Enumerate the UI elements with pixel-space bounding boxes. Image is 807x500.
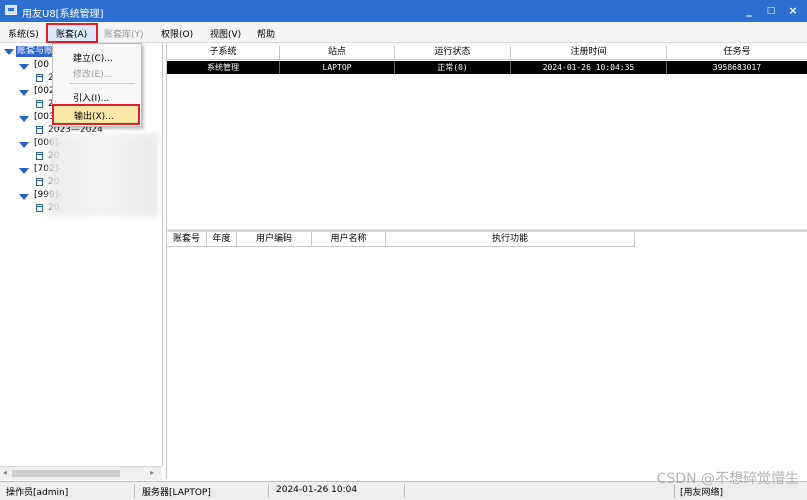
menu-account[interactable]: 账套(A) xyxy=(56,27,87,40)
scroll-left-icon[interactable]: ◂ xyxy=(3,468,7,477)
column-header[interactable]: 注册时间 xyxy=(511,46,667,59)
menu-separator xyxy=(69,83,135,84)
expand-icon[interactable] xyxy=(19,116,29,122)
cell-site: LAPTOP xyxy=(280,61,395,74)
minimize-button[interactable]: _ xyxy=(742,4,756,18)
app-icon xyxy=(5,5,17,15)
status-operator: 操作员[admin] xyxy=(6,488,69,498)
maximize-button[interactable]: □ xyxy=(764,4,778,18)
user-activity-grid-header: 账套号 年度 用户编码 用户名称 执行功能 xyxy=(167,232,635,247)
document-icon xyxy=(36,178,43,186)
scroll-right-icon[interactable]: ▸ xyxy=(150,468,154,477)
blurred-region xyxy=(48,133,158,217)
menu-item-export[interactable]: 输出(X)... xyxy=(54,109,140,122)
tree-horizontal-scrollbar[interactable]: ◂ ▸ xyxy=(0,466,162,480)
column-header[interactable]: 账套号 xyxy=(167,232,207,246)
menu-view[interactable]: 视图(V) xyxy=(210,27,241,40)
column-header[interactable]: 站点 xyxy=(280,46,395,59)
document-icon xyxy=(36,126,43,134)
menu-system[interactable]: 系统(S) xyxy=(8,27,39,40)
cell-status: 正常(0) xyxy=(395,61,511,74)
expand-icon[interactable] xyxy=(19,90,29,96)
menu-item-modify[interactable]: 修改(E)... xyxy=(53,67,139,80)
expand-icon[interactable] xyxy=(4,49,14,55)
column-header[interactable]: 用户编码 xyxy=(237,232,312,246)
document-icon xyxy=(36,152,43,160)
cell-register-time: 2024-01-26 10:04:35 xyxy=(511,61,667,74)
scroll-thumb[interactable] xyxy=(12,470,120,477)
menu-item-export-highlight[interactable]: 输出(X)... xyxy=(52,104,140,125)
menu-account-library[interactable]: 账套库(Y) xyxy=(104,27,144,40)
window-title: 用友U8[系统管理] xyxy=(22,9,104,20)
column-header[interactable]: 子系统 xyxy=(167,46,280,59)
cell-subsystem: 系统管理 xyxy=(167,61,280,74)
menu-item-import[interactable]: 引入(I)... xyxy=(53,91,139,104)
status-date: 2024-01-26 10:04 xyxy=(276,485,358,495)
tree-node[interactable]: [00 xyxy=(34,60,49,70)
subsystem-grid-header: 子系统 站点 运行状态 注册时间 任务号 xyxy=(167,46,807,60)
cell-task-id: 3958683017 xyxy=(712,63,762,72)
user-activity-grid: 账套号 年度 用户编码 用户名称 执行功能 xyxy=(166,232,807,479)
status-divider xyxy=(268,484,269,498)
title-bar: 用友U8[系统管理] _ □ × xyxy=(0,0,807,22)
close-button[interactable]: × xyxy=(786,4,800,18)
status-divider xyxy=(134,484,135,498)
watermark: CSDN @不想碎觉懵生 xyxy=(656,471,799,487)
document-icon xyxy=(36,204,43,212)
expand-icon[interactable] xyxy=(19,64,29,70)
document-icon xyxy=(36,100,43,108)
column-header[interactable]: 年度 xyxy=(207,232,237,246)
column-header[interactable]: 运行状态 xyxy=(395,46,511,59)
status-divider xyxy=(404,484,405,498)
column-header[interactable]: 执行功能 xyxy=(386,232,635,246)
table-row[interactable]: 系统管理 LAPTOP 正常(0) 2024-01-26 10:04:35 39… xyxy=(167,61,807,74)
expand-icon[interactable] xyxy=(19,142,29,148)
expand-icon[interactable] xyxy=(19,194,29,200)
column-header[interactable]: 用户名称 xyxy=(312,232,386,246)
menu-item-create[interactable]: 建立(C)... xyxy=(53,51,139,64)
column-header[interactable]: 任务号 xyxy=(667,46,807,59)
expand-icon[interactable] xyxy=(19,168,29,174)
status-server: 服务器[LAPTOP] xyxy=(142,488,211,498)
document-icon xyxy=(36,74,43,82)
menu-permission[interactable]: 权限(O) xyxy=(161,27,193,40)
menu-help[interactable]: 帮助 xyxy=(257,27,275,40)
subsystem-grid: 子系统 站点 运行状态 注册时间 任务号 系统管理 LAPTOP 正常(0) 2… xyxy=(166,43,807,229)
